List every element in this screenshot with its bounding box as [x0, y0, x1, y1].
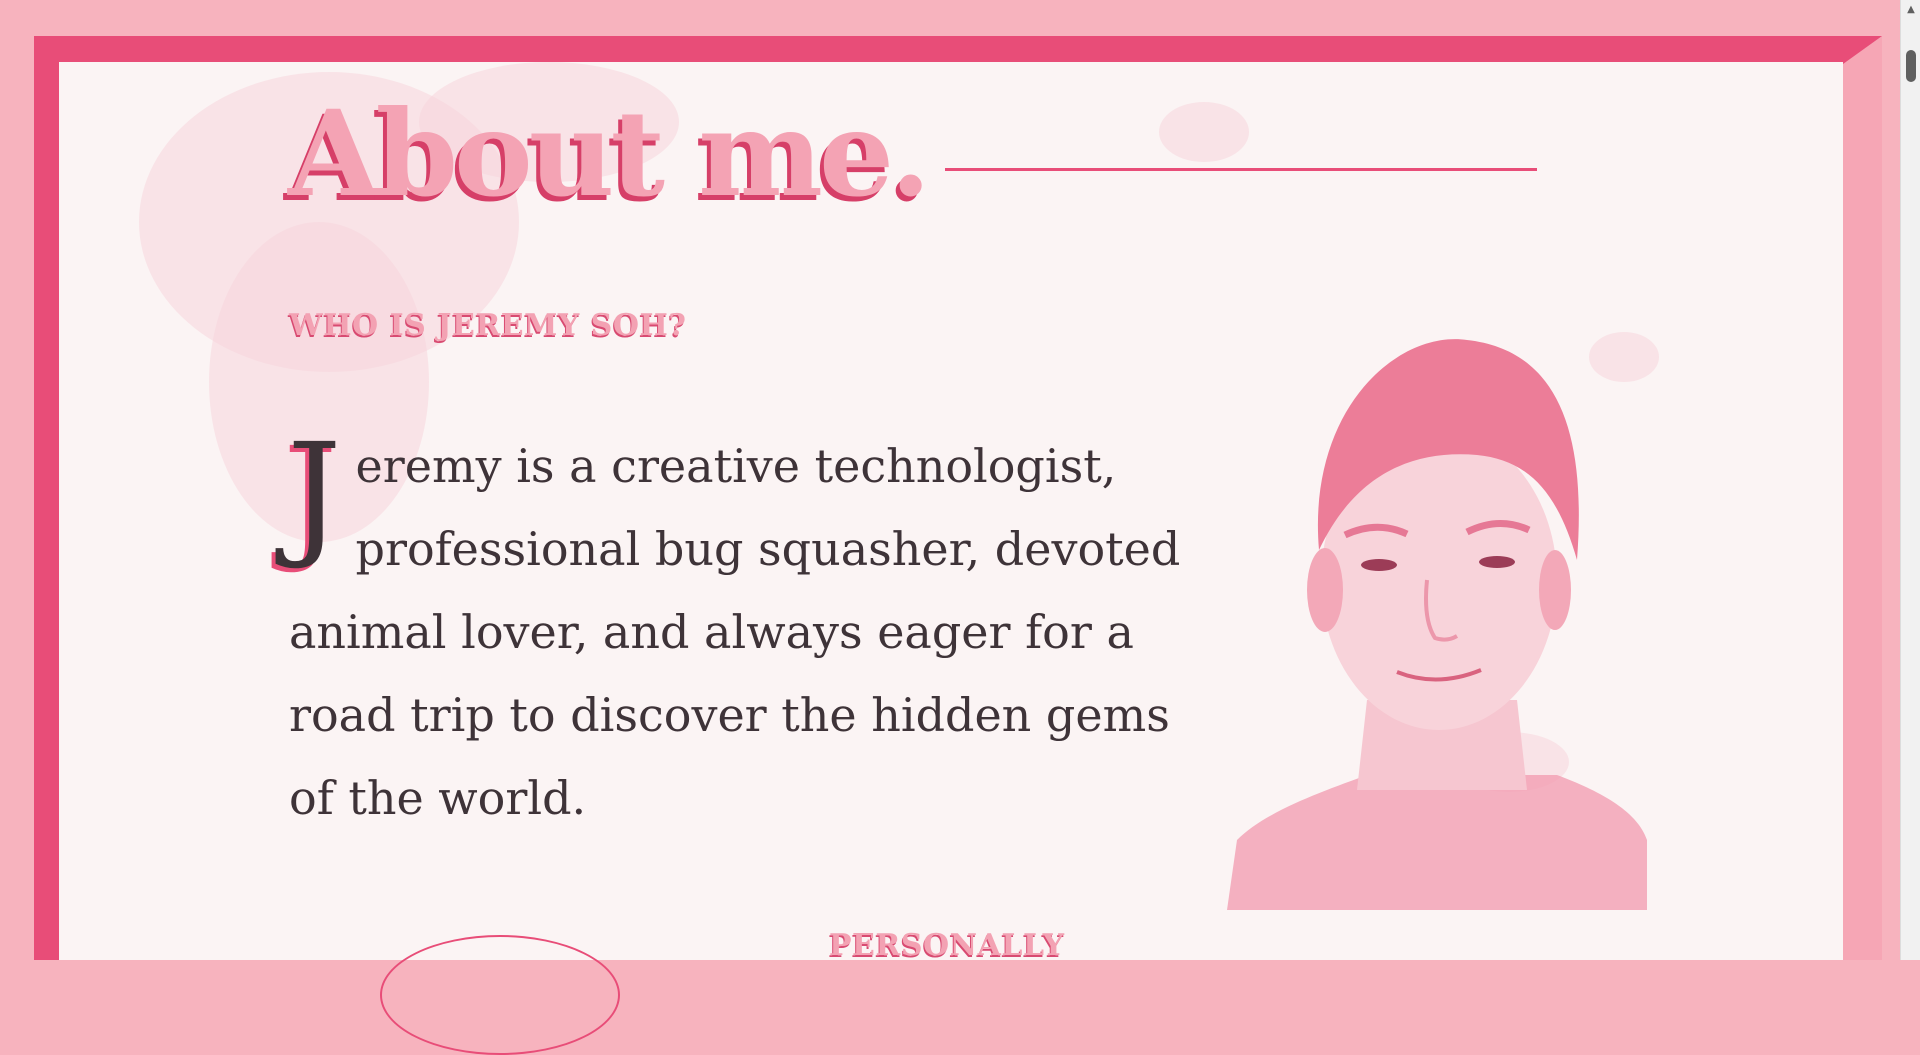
title-row: About me.: [288, 84, 1538, 223]
section-subheading: WHO IS JEREMY SOH?: [289, 308, 687, 343]
frame-bevel: [1843, 36, 1882, 960]
bio-text: eremy is a creative technologist, profes…: [289, 439, 1181, 825]
scrollbar-thumb[interactable]: [1906, 50, 1916, 82]
decorative-arc: [380, 935, 620, 1055]
portrait-photo: [1227, 339, 1647, 910]
chevron-up-icon[interactable]: ▲: [1905, 4, 1917, 16]
next-section-subheading: PERSONALLY: [829, 928, 1065, 963]
bio-paragraph: Jeremy is a creative technologist, profe…: [287, 415, 1229, 840]
drop-cap: J: [287, 415, 342, 573]
page-title: About me.: [288, 84, 931, 223]
vertical-scrollbar[interactable]: ▲: [1900, 0, 1920, 960]
title-divider: [945, 167, 1538, 171]
